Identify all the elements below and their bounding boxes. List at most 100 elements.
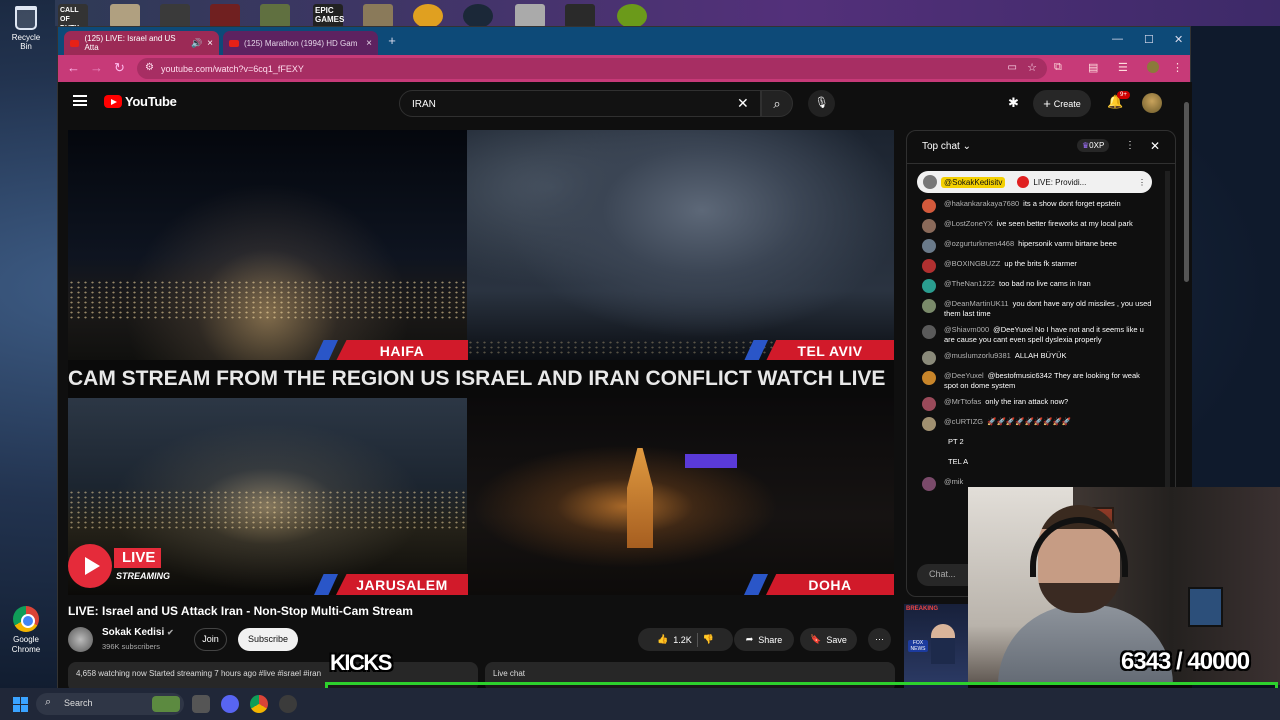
channel-avatar[interactable] — [68, 627, 93, 652]
scrollbar-thumb[interactable] — [1184, 102, 1189, 282]
clear-search-icon[interactable]: ✕ — [737, 95, 749, 112]
breaking-news-thumbnail[interactable]: BREAKING FOX NEWS — [904, 604, 968, 689]
tab-live-stream[interactable]: (125) LIVE: Israel and US Atta 🔊 × — [64, 31, 219, 55]
profile-avatar-icon[interactable]: ☰ — [1118, 61, 1128, 74]
close-tab-icon[interactable]: × — [207, 38, 213, 49]
chat-message[interactable]: @ozgurturkmen4468 hipersonik varmı birtan… — [922, 239, 1152, 253]
youtube-logo[interactable]: YouTube — [104, 94, 177, 109]
maximize-icon[interactable]: ☐ — [1144, 33, 1154, 46]
extensions-icon[interactable]: ⧉ — [1054, 61, 1062, 74]
top-chat-dropdown[interactable]: Top chat ⌄ — [922, 141, 971, 152]
chat-message[interactable]: @hakankarakaya7680 its a show dont forget… — [922, 199, 1152, 213]
chat-message-body: @muslumzorlu9381 ALLAH BÜYÜK — [944, 351, 1067, 365]
chat-author[interactable]: @LostZoneYX — [944, 219, 993, 228]
tab-marathon[interactable]: (125) Marathon (1994) HD Gam × — [223, 31, 378, 55]
chat-message[interactable]: TEL A — [922, 457, 1152, 471]
game-icon[interactable] — [413, 4, 443, 28]
game-icon[interactable] — [515, 4, 545, 28]
chat-menu-icon[interactable]: ⋮ — [1125, 140, 1135, 151]
hamburger-menu-icon[interactable] — [73, 95, 87, 106]
chat-author[interactable]: @DeanMartinUK11 — [944, 299, 1009, 308]
reload-icon[interactable]: ↻ — [114, 60, 125, 76]
game-icon[interactable] — [260, 4, 290, 28]
chat-message[interactable]: @DeeYuxel @bestofmusic6342 They are looki… — [922, 371, 1152, 391]
new-tab-button[interactable]: + — [384, 33, 400, 49]
chat-message[interactable]: @DeanMartinUK11 you dont have any old mis… — [922, 299, 1152, 319]
chat-message[interactable]: @MrTtofas only the iran attack now? — [922, 397, 1152, 411]
join-button[interactable]: Join — [194, 628, 227, 651]
call-of-duty-icon[interactable]: CALL OF DUTY — [58, 4, 88, 32]
minimize-icon[interactable]: — — [1112, 33, 1123, 45]
voice-search-button[interactable]: 🎙 — [808, 90, 835, 117]
save-button[interactable]: 🔖 Save — [800, 628, 857, 651]
speaker-icon[interactable]: 🔊 — [191, 38, 202, 49]
points-badge[interactable]: ♛0XP — [1077, 139, 1110, 152]
search-button[interactable]: ⌕ — [761, 90, 793, 117]
chat-author[interactable]: @cURTIZG — [944, 417, 983, 426]
create-button[interactable]: + Create — [1033, 90, 1091, 117]
split-view-icon[interactable]: ▤ — [1088, 61, 1098, 74]
channel-name[interactable]: Sokak Kedisi ✔ — [102, 627, 174, 638]
chrome-taskbar-icon[interactable] — [250, 695, 268, 713]
share-button[interactable]: ➦ Share — [734, 628, 794, 651]
dislike-button[interactable]: 👎 — [703, 634, 714, 645]
close-window-icon[interactable]: ✕ — [1174, 33, 1183, 46]
game-icon[interactable] — [617, 4, 647, 28]
chat-author[interactable]: @mik — [944, 477, 963, 486]
chat-message[interactable]: @TheNan1222 too bad no live cams in Iran — [922, 279, 1152, 293]
chat-author[interactable]: @TheNan1222 — [944, 279, 995, 288]
task-view-icon[interactable] — [192, 695, 210, 713]
extension-icon[interactable]: ✱ — [1008, 95, 1019, 111]
youtube-favicon-icon — [229, 39, 239, 47]
youtube-favicon-icon — [70, 39, 80, 47]
subscribe-button[interactable]: Subscribe — [238, 628, 298, 651]
site-info-icon[interactable]: ⚙ — [145, 62, 154, 73]
chat-message[interactable]: @muslumzorlu9381 ALLAH BÜYÜK — [922, 351, 1152, 365]
chat-message-body: @BOXINGBUZZ up the brits fk starmer — [944, 259, 1077, 273]
share-label: Share — [758, 634, 783, 645]
menu-icon[interactable]: ⋮ — [1172, 61, 1183, 74]
back-icon[interactable]: ← — [67, 60, 80, 75]
chat-message[interactable]: @BOXINGBUZZ up the brits fk starmer — [922, 259, 1152, 273]
chat-text: up the brits fk starmer — [1004, 259, 1077, 268]
background-monitor — [1188, 587, 1223, 627]
account-icon[interactable] — [1147, 61, 1159, 73]
chat-message[interactable]: @Shiavm000 @DeeYuxel No I have not and it… — [922, 325, 1152, 345]
chat-message[interactable]: PT 2 — [922, 437, 1152, 451]
game-icon[interactable] — [210, 4, 240, 28]
game-icon[interactable] — [110, 4, 140, 28]
game-icon[interactable] — [363, 4, 393, 28]
recycle-bin[interactable]: Recycle Bin — [6, 6, 46, 51]
chat-author[interactable]: @ozgurturkmen4468 — [944, 239, 1014, 248]
bookmark-star-icon[interactable]: ☆ — [1027, 61, 1037, 74]
close-chat-icon[interactable]: ✕ — [1150, 139, 1160, 153]
url-field[interactable]: ⚙ youtube.com/watch?v=6cq1_fFEXY ▭ ☆ — [137, 58, 1047, 79]
user-avatar[interactable] — [1142, 93, 1162, 113]
pinned-menu-icon[interactable]: ⋮ — [1138, 178, 1146, 187]
game-icon[interactable] — [160, 4, 190, 28]
game-icon[interactable] — [565, 4, 595, 28]
steam-icon[interactable] — [463, 4, 493, 28]
chat-message[interactable]: @LostZoneYX ive seen better fireworks at … — [922, 219, 1152, 233]
windows-start-icon[interactable] — [13, 697, 28, 712]
chat-author[interactable]: @hakankarakaya7680 — [944, 199, 1019, 208]
chat-author[interactable]: @BOXINGBUZZ — [944, 259, 1000, 268]
google-chrome-shortcut[interactable]: Google Chrome — [6, 606, 46, 655]
more-actions-button[interactable]: ⋯ — [868, 628, 891, 651]
chat-author[interactable]: @muslumzorlu9381 — [944, 351, 1011, 360]
close-tab-icon[interactable]: × — [366, 38, 372, 49]
like-button[interactable]: 👍 1.2K — [657, 634, 692, 645]
obs-icon[interactable] — [279, 695, 297, 713]
chat-message[interactable]: @cURTIZG 🚀🚀🚀🚀🚀🚀🚀🚀🚀 — [922, 417, 1152, 431]
search-input[interactable]: IRAN — [399, 90, 761, 117]
chat-author[interactable]: @DeeYuxel — [944, 371, 984, 380]
install-icon[interactable]: ▭ — [1008, 62, 1017, 73]
pinned-message[interactable]: @SokakKedisitv LIVE: Providi... ⋮ — [917, 171, 1152, 193]
chat-author[interactable]: @Shiavm000 — [944, 325, 989, 334]
video-player[interactable]: HAIFA TEL AVIV CAM STREAM FROM THE REGIO… — [68, 130, 894, 595]
chat-author[interactable]: @MrTtofas — [944, 397, 981, 406]
taskbar-search[interactable]: ⌕ Search — [36, 693, 184, 715]
discord-icon[interactable] — [221, 695, 239, 713]
forward-icon[interactable]: → — [90, 60, 103, 75]
epic-games-icon[interactable]: EPIC GAMES — [313, 4, 344, 28]
